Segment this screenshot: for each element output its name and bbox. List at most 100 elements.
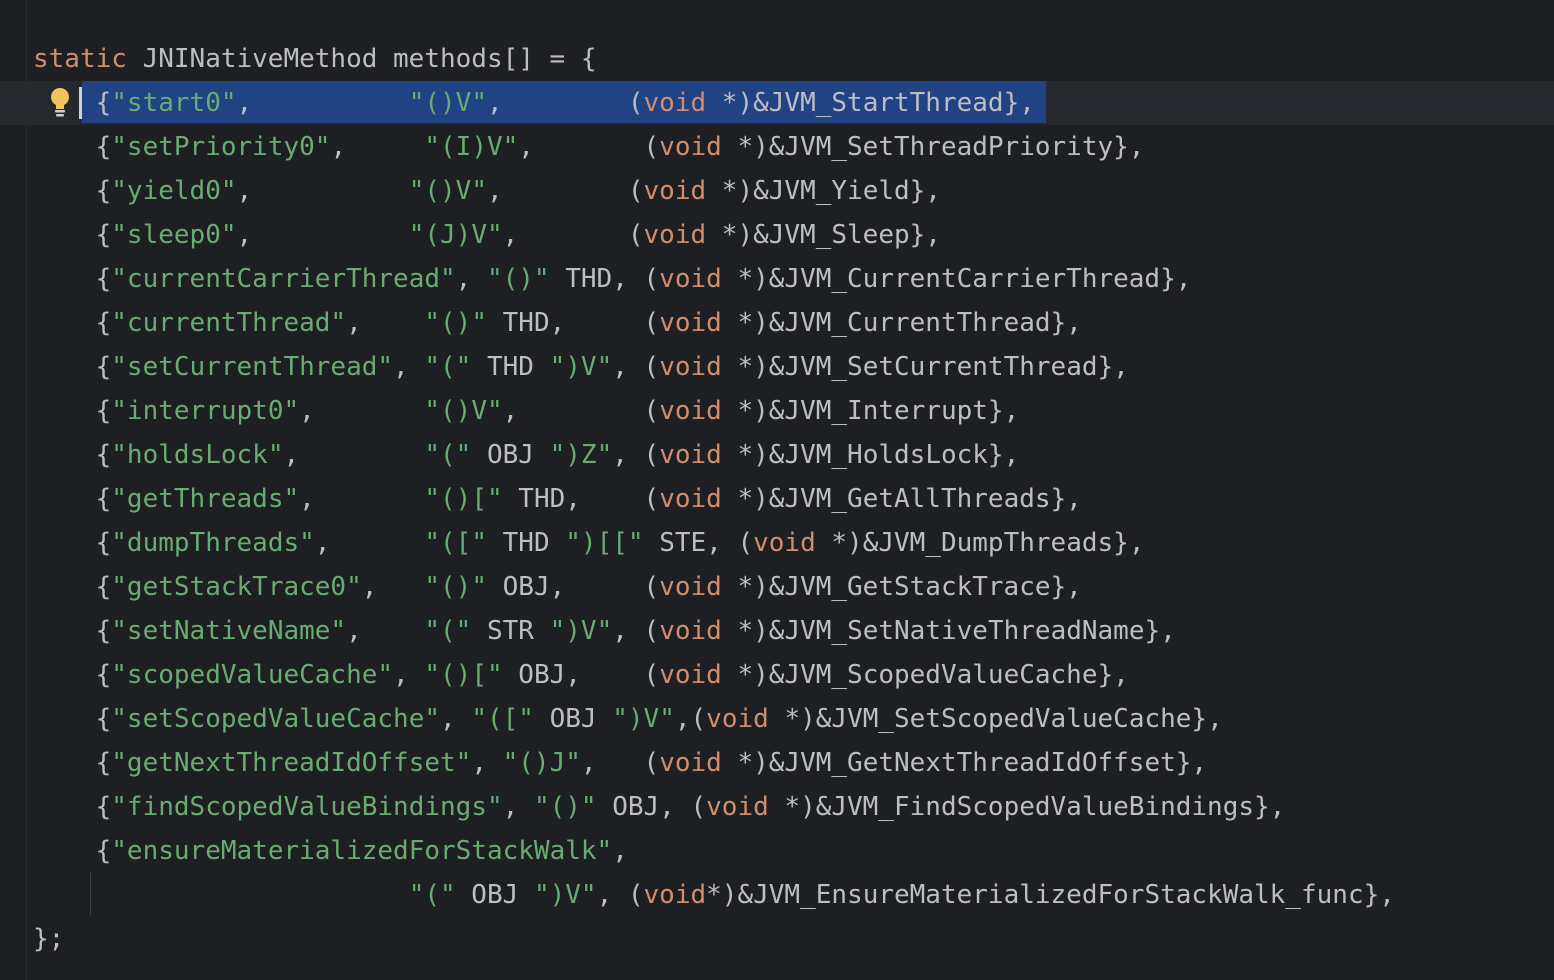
string-token: "()" (424, 308, 487, 338)
string-token: "yield0" (111, 176, 237, 206)
code-token: , (612, 836, 628, 866)
code-token: , ( (612, 352, 660, 382)
string-token: "start0" (111, 88, 237, 118)
code-line[interactable]: static JNINativeMethod methods[] = { (33, 37, 1395, 81)
keyword-token: void (643, 88, 707, 118)
code-content[interactable]: static JNINativeMethod methods[] = { {"s… (33, 37, 1395, 961)
string-token: "setPriority0" (111, 132, 331, 162)
string-token: "getNextThreadIdOffset" (111, 748, 472, 778)
string-token: ")[[" (565, 528, 644, 558)
keyword-token: void (643, 176, 707, 206)
code-line[interactable]: {"findScopedValueBindings", "()" OBJ, (v… (33, 785, 1395, 829)
keyword-token: void (659, 132, 722, 162)
code-token: { (33, 748, 112, 778)
code-token: , ( (612, 616, 660, 646)
code-token: , (330, 132, 425, 162)
code-token: *)&JVM_SetCurrentThread}, (721, 352, 1129, 382)
code-line[interactable]: "(" OBJ ")V", (void*)&JVM_EnsureMaterial… (33, 873, 1395, 917)
code-token: { (33, 616, 112, 646)
code-line[interactable]: {"ensureMaterializedForStackWalk", (33, 829, 1395, 873)
string-token: "()V" (408, 176, 487, 206)
keyword-token: void (659, 308, 722, 338)
code-token: STE, ( (643, 528, 754, 558)
keyword-token: void (659, 352, 722, 382)
code-token: { (33, 352, 112, 382)
code-token: *)&JVM_StartThread}, (706, 88, 1035, 118)
string-token: "()V" (408, 88, 487, 118)
code-token: { (33, 396, 112, 426)
code-line[interactable]: {"sleep0", "(J)V", (void *)&JVM_Sleep}, (33, 213, 1395, 257)
keyword-token: void (659, 440, 722, 470)
string-token: "setCurrentThread" (111, 352, 394, 382)
string-token: ")V" (533, 880, 597, 910)
code-line[interactable]: {"holdsLock", "(" OBJ ")Z", (void *)&JVM… (33, 433, 1395, 477)
code-line[interactable]: {"getStackTrace0", "()" OBJ, (void *)&JV… (33, 565, 1395, 609)
string-token: "()" (424, 572, 487, 602)
code-token: *)&JVM_Interrupt}, (721, 396, 1020, 426)
code-line[interactable]: {"setNativeName", "(" STR ")V", (void *)… (33, 609, 1395, 653)
code-token: OBJ, ( (596, 792, 707, 822)
code-token: , ( (580, 748, 660, 778)
keyword-token: void (643, 220, 707, 250)
code-token: , ( (486, 88, 644, 118)
string-token: ")V" (549, 616, 613, 646)
code-token: THD, ( (549, 264, 660, 294)
code-token: *)&JVM_GetNextThreadIdOffset}, (721, 748, 1208, 778)
code-token: { (33, 572, 112, 602)
string-token: "dumpThreads" (111, 528, 315, 558)
code-line[interactable]: {"currentCarrierThread", "()" THD, (void… (33, 257, 1395, 301)
string-token: "(I)V" (424, 132, 519, 162)
code-line[interactable]: {"setScopedValueCache", "([" OBJ ")V",(v… (33, 697, 1395, 741)
code-token: { (33, 484, 112, 514)
code-line[interactable]: {"getNextThreadIdOffset", "()J", (void *… (33, 741, 1395, 785)
code-token: *)&JVM_SetNativeThreadName}, (721, 616, 1176, 646)
code-token: JNINativeMethod methods[] = { (126, 44, 597, 74)
code-token: , (346, 308, 425, 338)
string-token: ")V" (612, 704, 675, 734)
code-line[interactable]: }; (33, 917, 1395, 961)
code-token: , ( (596, 880, 644, 910)
string-token: "setScopedValueCache" (111, 704, 441, 734)
code-token: , (471, 748, 503, 778)
string-token: "()" (486, 264, 550, 294)
code-line[interactable]: {"currentThread", "()" THD, (void *)&JVM… (33, 301, 1395, 345)
code-token: { (33, 704, 112, 734)
code-line[interactable]: {"dumpThreads", "([" THD ")[[" STE, (voi… (33, 521, 1395, 565)
code-token: *)&JVM_Sleep}, (706, 220, 941, 250)
code-token: { (33, 528, 112, 558)
string-token: ")V" (549, 352, 613, 382)
code-token: *)&JVM_SetThreadPriority}, (721, 132, 1145, 162)
code-token: , (299, 484, 425, 514)
code-line[interactable]: {"setPriority0", "(I)V", (void *)&JVM_Se… (33, 125, 1395, 169)
keyword-token: void (659, 396, 722, 426)
string-token: "getThreads" (111, 484, 300, 514)
string-token: "(" (408, 880, 456, 910)
code-token: { (33, 440, 112, 470)
string-token: "()[" (424, 484, 503, 514)
code-token: , (393, 660, 425, 690)
code-token: , ( (518, 132, 660, 162)
code-token: { (33, 132, 112, 162)
code-token: , (455, 264, 487, 294)
code-line[interactable]: {"getThreads", "()[" THD, (void *)&JVM_G… (33, 477, 1395, 521)
code-line[interactable]: {"start0", "()V", (void *)&JVM_StartThre… (33, 81, 1395, 125)
string-token: "([" (471, 704, 534, 734)
code-line[interactable]: {"setCurrentThread", "(" THD ")V", (void… (33, 345, 1395, 389)
code-token: THD (471, 352, 550, 382)
string-token: "getStackTrace0" (111, 572, 362, 602)
keyword-token: void (753, 528, 816, 558)
code-token: { (33, 308, 112, 338)
code-line[interactable]: {"interrupt0", "()V", (void *)&JVM_Inter… (33, 389, 1395, 433)
code-token: , (236, 176, 409, 206)
code-token: , (502, 792, 534, 822)
string-token: "ensureMaterializedForStackWalk" (111, 836, 613, 866)
code-editor[interactable]: static JNINativeMethod methods[] = { {"s… (0, 0, 1554, 980)
code-line[interactable]: {"yield0", "()V", (void *)&JVM_Yield}, (33, 169, 1395, 213)
code-line[interactable]: {"scopedValueCache", "()[" OBJ, (void *)… (33, 653, 1395, 697)
string-token: "currentThread" (111, 308, 347, 338)
code-token: *)&JVM_CurrentCarrierThread}, (721, 264, 1192, 294)
code-token: , (236, 88, 409, 118)
string-token: "()[" (424, 660, 503, 690)
code-token: THD, ( (487, 308, 660, 338)
string-token: "setNativeName" (111, 616, 347, 646)
